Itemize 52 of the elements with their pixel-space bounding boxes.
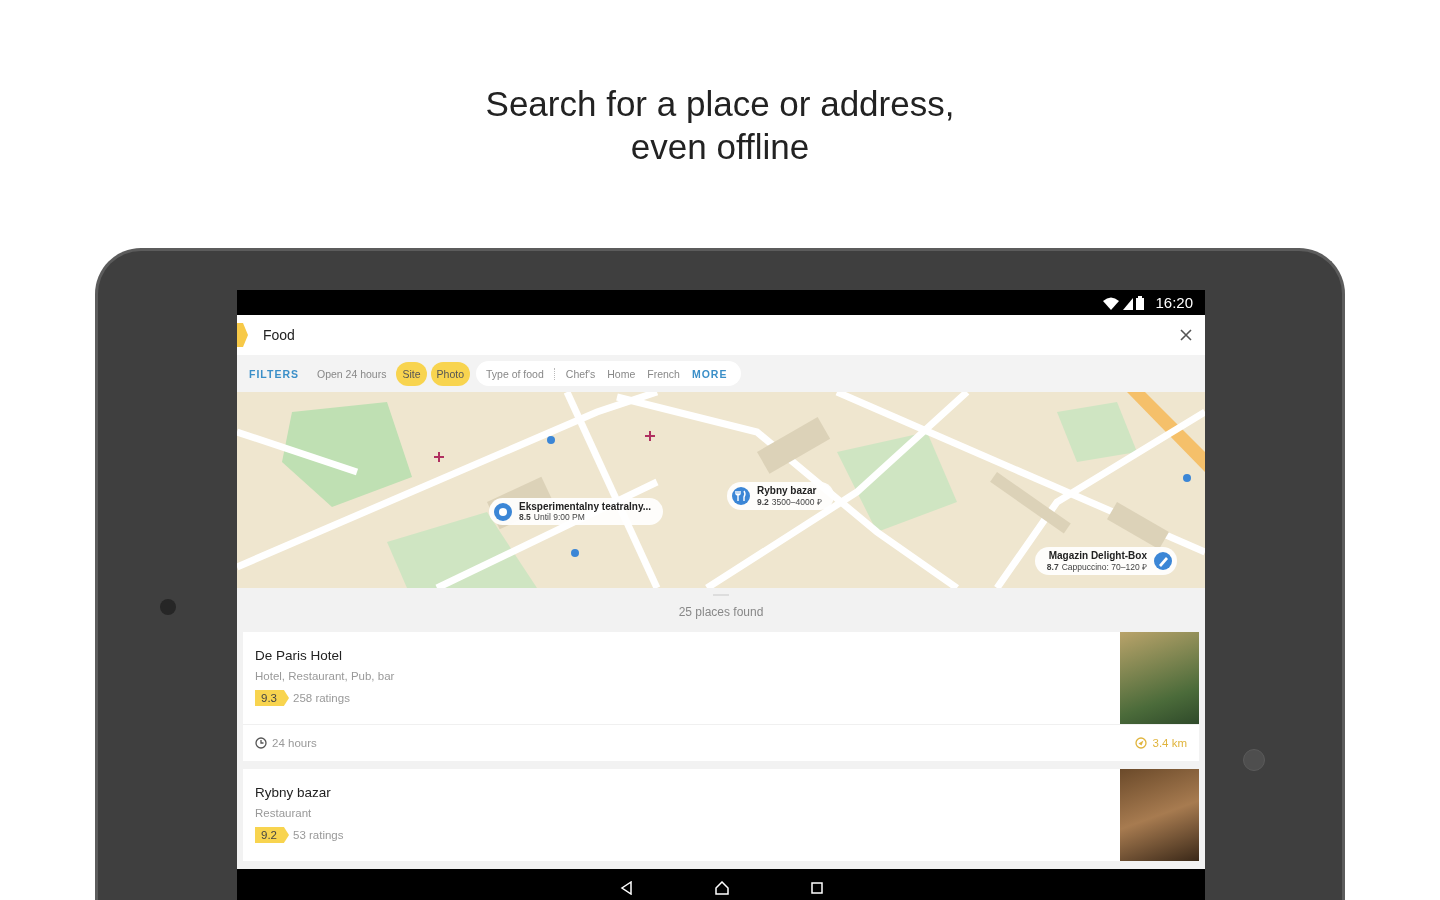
divider-dots: [553, 367, 556, 380]
camera-lens: [160, 599, 176, 615]
close-icon[interactable]: [1180, 329, 1192, 341]
place-name: De Paris Hotel: [255, 648, 344, 663]
rating-badge: 9.2: [255, 827, 289, 843]
callout-detail: 3500–4000 ₽: [771, 497, 822, 507]
wifi-icon: [1102, 295, 1121, 310]
home-icon[interactable]: [714, 881, 729, 895]
callout-title: Magazin Delight-Box: [1047, 550, 1147, 561]
clock-icon: [255, 737, 267, 749]
back-icon[interactable]: [619, 881, 633, 895]
callout-rating: 9.2: [757, 497, 769, 507]
headline-text: Search for a place or address,: [485, 83, 955, 125]
map-callout[interactable]: Rybny bazar 9.2 3500–4000 ₽: [727, 482, 834, 510]
callout-detail: Cappuccino: 70–120 ₽: [1061, 562, 1147, 572]
callout-detail: Until 9:00 PM: [533, 512, 585, 522]
filter-chip[interactable]: Site: [396, 361, 427, 386]
status-time: 16:20: [1155, 294, 1193, 311]
ratings-count: 258 ratings: [293, 692, 350, 704]
place-category: Hotel, Restaurant, Pub, bar: [255, 670, 396, 682]
filter-chip[interactable]: Photo: [430, 361, 470, 386]
place-name: Rybny bazar: [255, 785, 332, 800]
place-category: Restaurant: [255, 807, 313, 819]
filter-chip[interactable]: Type of food: [480, 361, 550, 386]
place-card[interactable]: Rybny bazar Restaurant 9.2 53 ratings: [243, 769, 1199, 861]
place-pin-icon: [493, 501, 513, 522]
more-link[interactable]: MORE: [691, 367, 728, 380]
ratings-count: 53 ratings: [293, 829, 344, 841]
distance-text: 3.4 km: [1152, 737, 1187, 749]
callout-title: Rybny bazar: [757, 485, 818, 496]
filter-chip[interactable]: Home: [601, 361, 642, 386]
fork-knife-icon: [731, 486, 751, 506]
opening-hours: 24 hours: [272, 737, 317, 749]
sensor-dot: [1243, 749, 1265, 771]
callout-title: Eksperimentalny teatralny...: [519, 501, 652, 512]
filter-chip[interactable]: French: [641, 361, 686, 386]
filter-chip[interactable]: Chef's: [559, 361, 602, 386]
search-field[interactable]: Food: [237, 315, 1205, 355]
search-marker-icon: [237, 323, 248, 347]
map-callout[interactable]: Eksperimentalny teatralny... 8.5 Until 9:00 PM: [489, 498, 664, 525]
results-count: 25 places found: [677, 605, 765, 619]
battery-icon: [1136, 295, 1145, 310]
filter-chip[interactable]: Open 24 hours: [311, 361, 393, 386]
callout-rating: 8.5: [519, 512, 531, 522]
map-callout[interactable]: Magazin Delight-Box 8.7 Cappuccino: 70–120 ₽: [1034, 547, 1177, 575]
place-card[interactable]: De Paris Hotel Hotel, Restaurant, Pub, bar 9.3 258 ratings 24 hours 3.4 km: [243, 632, 1199, 761]
headline-text: even offline: [630, 126, 810, 168]
rating-badge: 9.3: [255, 690, 289, 706]
recents-icon[interactable]: [810, 882, 823, 894]
compass-icon: [1135, 737, 1148, 749]
callout-rating: 8.7: [1046, 562, 1059, 572]
filters-link[interactable]: FILTERS: [249, 367, 299, 380]
